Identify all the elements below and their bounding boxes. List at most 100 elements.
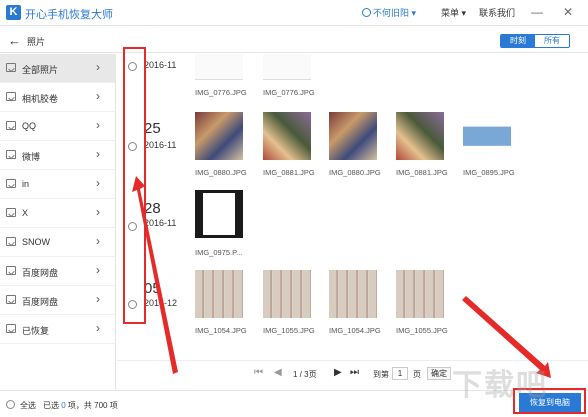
user-icon [362,8,371,17]
minimize-icon[interactable]: — [527,2,547,22]
sidebar-item-baidu-pan-2[interactable]: 百度网盘 › [0,286,115,315]
group-year-month: 2016-11 [144,218,177,228]
selected-count: 0 [61,401,66,410]
photo-filename: IMG_0776.JPG [263,88,315,97]
view-tabs: 时刻 所有 [500,34,570,48]
sub-header: ← 照片 时刻 所有 [0,27,588,53]
group-day: 05 [144,280,161,297]
user-account[interactable]: 不何旧阳 ▾ [362,6,416,19]
chevron-right-icon: › [96,321,100,335]
photo-filename: IMG_1055.JPG [263,326,315,335]
sidebar-item-camera-roll[interactable]: 相机胶卷 › [0,83,115,112]
select-all-label[interactable]: 全选 [20,400,36,411]
back-arrow-icon[interactable]: ← [8,33,21,48]
chevron-right-icon: › [96,292,100,306]
sidebar-item-label: SNOW [22,237,50,247]
group-day: 28 [144,200,161,217]
prev-page-icon[interactable]: ◀ [274,367,282,378]
menu-label: 菜单 [441,8,460,18]
selected-mid: 项，共 [67,401,92,410]
page-number-input[interactable]: 1 [392,367,408,380]
chevron-right-icon: › [96,118,100,132]
selection-count: 已选 0 项，共 700 项 [43,400,118,411]
photo-thumbnail[interactable] [195,190,243,238]
photo-filename: IMG_1054.JPG [195,326,247,335]
sidebar-item-snow[interactable]: SNOW › [0,228,115,257]
select-all-radio[interactable] [6,400,15,409]
sidebar-item-x[interactable]: X › [0,199,115,228]
sidebar-item-label: 全部照片 [22,65,59,75]
sidebar-item-label: 百度网盘 [22,297,59,307]
photo-filename: IMG_1055.JPG [396,326,448,335]
sidebar-item-label: 百度网盘 [22,268,59,278]
photo-icon [6,324,16,333]
tab-moments[interactable]: 时刻 [501,35,535,47]
photo-icon [6,237,16,246]
sidebar-item-label: X [22,208,29,218]
page-suffix: 页 [413,370,421,379]
photo-filename: IMG_0881.JPG [263,168,315,177]
photo-thumbnail[interactable] [195,270,243,318]
chevron-right-icon: › [96,147,100,161]
photo-icon [6,266,16,275]
chevron-right-icon: › [96,176,100,190]
chevron-right-icon: › [96,60,100,74]
close-icon[interactable]: ✕ [558,2,578,22]
photo-icon [6,208,16,217]
sidebar-item-qq[interactable]: QQ › [0,112,115,141]
total-suffix: 项 [109,401,118,410]
photo-filename: IMG_0881.JPG [396,168,448,177]
photo-thumbnail[interactable] [263,54,311,80]
photo-thumbnail[interactable] [263,112,311,160]
confirm-page-button[interactable]: 确定 [427,367,451,380]
sidebar-item-recovered[interactable]: 已恢复 › [0,315,115,344]
app-title: 开心手机恢复大师 [25,9,113,21]
photo-thumbnail[interactable] [396,270,444,318]
next-page-icon[interactable]: ▶ [334,367,342,378]
photo-thumbnail[interactable] [329,270,377,318]
chevron-right-icon: › [96,205,100,219]
first-page-icon[interactable]: ⏮ [254,367,263,378]
app-logo: K [6,5,21,20]
sidebar-item-label: 已恢复 [22,326,50,336]
photo-filename: IMG_0975.P... [195,248,243,257]
sidebar-item-weibo[interactable]: 微博 › [0,141,115,170]
total-count: 700 [94,401,108,410]
photo-thumbnail[interactable] [463,112,511,160]
photo-thumbnail[interactable] [195,54,243,80]
photo-icon [6,121,16,130]
annotation-highlight-box [123,47,146,324]
contact-us-link[interactable]: 联系我们 [479,6,515,19]
goto-label: 到第 [373,370,389,379]
sidebar-item-all-photos[interactable]: 全部照片 › [0,54,115,83]
user-label: 不何旧阳 [373,8,410,18]
page-info: 1 / 3页 [293,370,317,379]
group-year-month: 2016-11 [144,60,177,70]
sidebar-item-label: 相机胶卷 [22,94,59,104]
watermark: 下载吧 [452,369,548,402]
photo-thumbnail[interactable] [195,112,243,160]
photo-thumbnail[interactable] [263,270,311,318]
sidebar-item-baidu-pan[interactable]: 百度网盘 › [0,257,115,286]
sidebar-item-label: in [22,179,30,189]
photo-thumbnail[interactable] [329,112,377,160]
breadcrumb: 照片 [27,37,46,47]
photo-thumbnail[interactable] [396,112,444,160]
tab-all[interactable]: 所有 [535,35,569,47]
photo-filename: IMG_1054.JPG [329,326,381,335]
sidebar-item-label: 微博 [22,152,41,162]
group-day: 25 [144,120,161,137]
photo-icon [6,92,16,101]
selected-prefix: 已选 [43,401,59,410]
group-year-month: 2016-12 [144,298,178,308]
chevron-right-icon: › [96,263,100,277]
photo-icon [6,179,16,188]
photo-icon [6,295,16,304]
group-year-month: 2016-11 [144,140,177,150]
photo-filename: IMG_0895.JPG [463,168,515,177]
photo-filename: IMG_0880.JPG [329,168,381,177]
menu-button[interactable]: 菜单 ▾ [441,6,466,19]
sidebar-item-in[interactable]: in › [0,170,115,199]
last-page-icon[interactable]: ⏭ [350,367,359,378]
sidebar-item-label: QQ [22,121,37,131]
